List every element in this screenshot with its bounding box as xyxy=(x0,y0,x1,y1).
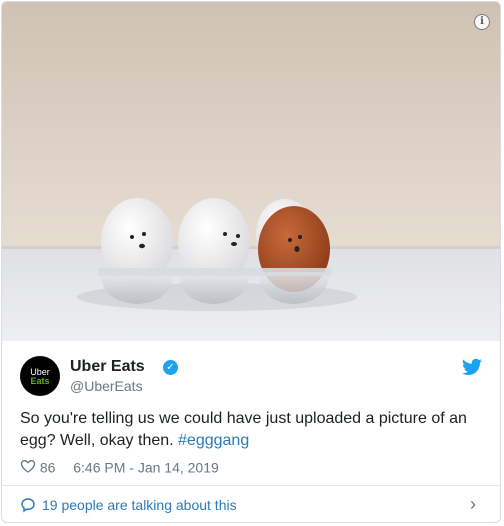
avatar[interactable]: Uber Eats xyxy=(20,356,60,396)
twitter-bird-icon[interactable] xyxy=(462,358,482,376)
info-icon[interactable]: i xyxy=(474,14,490,30)
tweet-card[interactable]: i Uber Eats Uber Eats ✓ @UberEats So you… xyxy=(1,1,501,523)
tweet-text: So you're telling us we could have just … xyxy=(20,408,490,452)
egg-photo xyxy=(2,2,500,341)
author-handle[interactable]: @UberEats xyxy=(70,378,143,394)
author-name[interactable]: Uber Eats xyxy=(70,358,145,376)
tweet-header: Uber Eats Uber Eats ✓ @UberEats xyxy=(20,356,484,398)
speech-bubble-icon xyxy=(21,498,35,513)
divider xyxy=(2,485,500,486)
talking-about-text[interactable]: 19 people are talking about this xyxy=(42,497,237,513)
tweet-photo[interactable]: i xyxy=(2,2,500,341)
like-count[interactable]: 86 xyxy=(40,459,56,475)
chevron-right-icon[interactable]: › xyxy=(470,494,476,515)
conversation-link[interactable]: 19 people are talking about this › xyxy=(20,494,484,516)
tweet-meta: 86 6:46 PM - Jan 14, 2019 xyxy=(20,458,219,476)
hashtag-link[interactable]: #egggang xyxy=(178,432,249,449)
verified-badge-icon: ✓ xyxy=(163,360,178,375)
tweet-timestamp[interactable]: 6:46 PM - Jan 14, 2019 xyxy=(73,459,219,475)
heart-icon[interactable] xyxy=(20,458,36,474)
avatar-logo-text-2: Eats xyxy=(30,376,50,386)
